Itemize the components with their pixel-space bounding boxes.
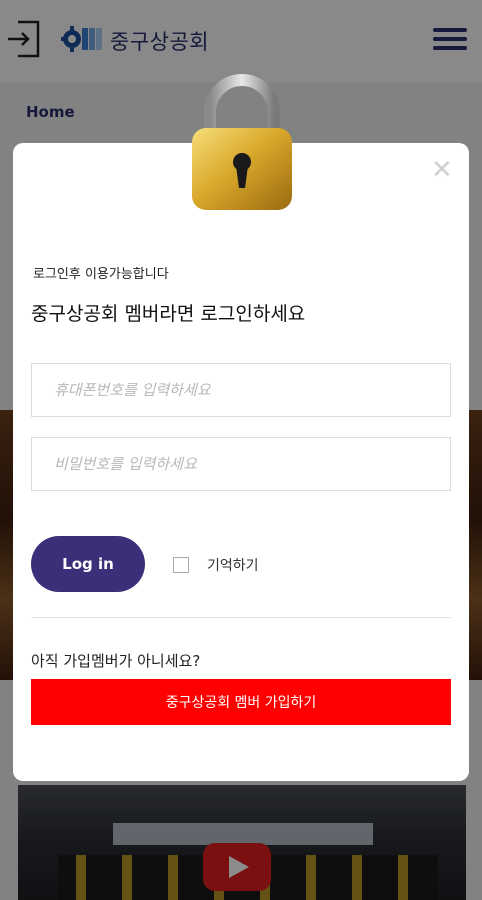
password-input[interactable] bbox=[31, 437, 451, 491]
signup-button[interactable]: 중구상공회 멤버 가입하기 bbox=[31, 679, 451, 725]
padlock-icon bbox=[192, 74, 292, 210]
login-modal: ✕ 로그인후 이용가능합니다 중구상공회 멤버라면 로그인하세요 Log in … bbox=[13, 143, 469, 781]
login-button[interactable]: Log in bbox=[31, 536, 145, 592]
modal-title: 중구상공회 멤버라면 로그인하세요 bbox=[31, 303, 306, 325]
phone-input[interactable] bbox=[31, 363, 451, 417]
remember-checkbox[interactable] bbox=[173, 557, 189, 573]
login-required-text: 로그인후 이용가능합니다 bbox=[33, 267, 169, 282]
not-member-text: 아직 가입멤버가 아니세요? bbox=[31, 652, 201, 670]
close-icon[interactable]: ✕ bbox=[431, 157, 453, 183]
divider bbox=[31, 617, 451, 618]
remember-label[interactable]: 기억하기 bbox=[207, 555, 259, 575]
